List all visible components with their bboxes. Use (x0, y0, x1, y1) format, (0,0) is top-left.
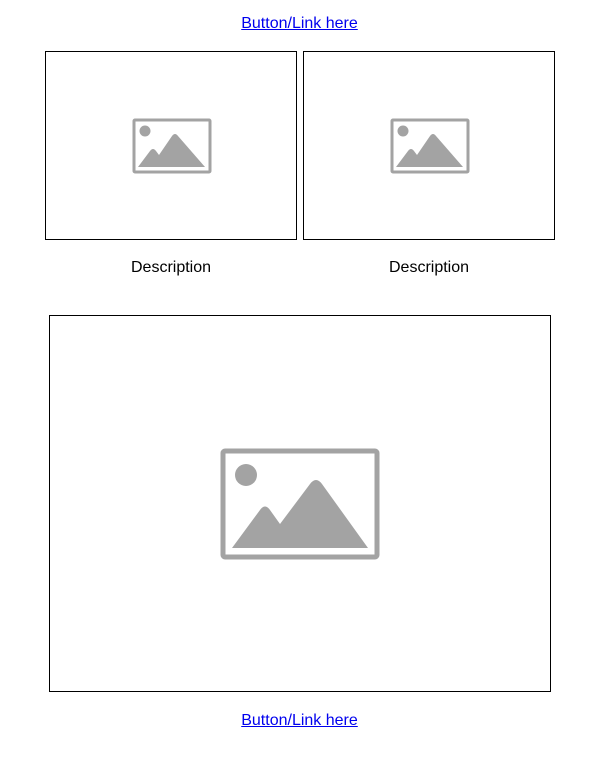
image-placeholder-icon (390, 118, 470, 174)
card-description-left: Description (130, 259, 212, 276)
image-placeholder-icon (132, 118, 212, 174)
image-placeholder-icon (220, 448, 380, 560)
bottom-link-button[interactable]: Button/Link here (0, 712, 599, 730)
card-description-right: Description (388, 259, 470, 276)
top-link-button[interactable]: Button/Link here (0, 15, 599, 33)
card-image-frame-right (303, 51, 555, 240)
feature-image-frame (49, 315, 551, 692)
card-image-frame-left (45, 51, 297, 240)
